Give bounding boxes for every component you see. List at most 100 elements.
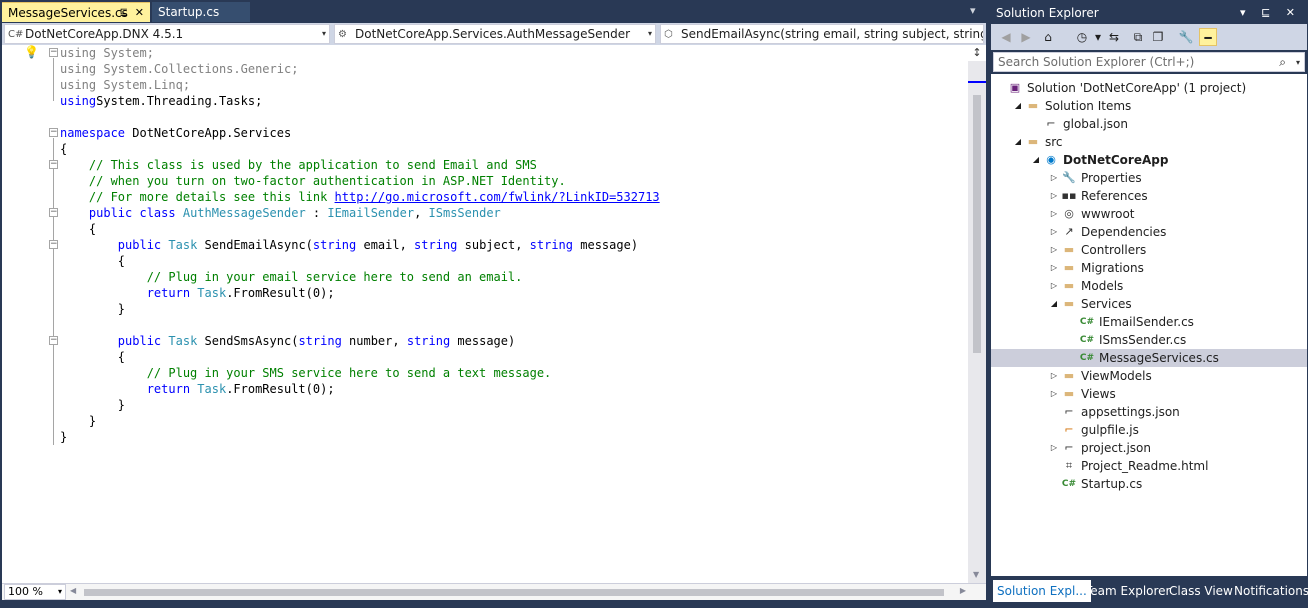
tree-item-label: DotNetCoreApp	[1063, 153, 1169, 167]
tab-startup[interactable]: Startup.cs	[152, 2, 250, 22]
tree-item[interactable]: ▣ Solution 'DotNetCoreApp' (1 project)	[991, 79, 1307, 97]
show-all-files-icon[interactable]: ❐	[1149, 28, 1167, 46]
collapse-icon[interactable]: −	[49, 48, 58, 57]
expanded-arrow-icon[interactable]: ◢	[1049, 295, 1059, 313]
tree-item[interactable]: ▷ ⌐ project.json	[991, 439, 1307, 457]
type-dropdown[interactable]: ⚙ DotNetCoreApp.Services.AuthMessageSend…	[334, 24, 656, 44]
tree-item[interactable]: ▷ ▬ Controllers	[991, 241, 1307, 259]
tree-item[interactable]: ◢ ◉ DotNetCoreApp	[991, 151, 1307, 169]
bottom-tab[interactable]: Solution Expl...	[993, 580, 1091, 602]
collapsed-arrow-icon[interactable]: ▷	[1049, 205, 1059, 223]
collapsed-arrow-icon[interactable]: ▷	[1049, 385, 1059, 403]
collapse-icon[interactable]: −	[49, 208, 58, 217]
tree-item[interactable]: ⌐ global.json	[991, 115, 1307, 133]
scroll-left-icon[interactable]: ◀	[70, 586, 76, 595]
properties-wrench-icon[interactable]: 🔧	[1177, 28, 1195, 46]
bottom-tab[interactable]: Team Explorer	[1081, 580, 1175, 602]
tree-item[interactable]: ◢ ▬ Solution Items	[991, 97, 1307, 115]
code-hyperlink[interactable]: http://go.microsoft.com/fwlink/?LinkID=5…	[335, 190, 660, 204]
member-dropdown-value: SendEmailAsync(string email, string subj…	[681, 27, 983, 41]
tree-item[interactable]: ▷ ↗ Dependencies	[991, 223, 1307, 241]
collapsed-arrow-icon[interactable]: ▷	[1049, 277, 1059, 295]
search-input[interactable]: Search Solution Explorer (Ctrl+;) ⌕ ▾	[993, 52, 1305, 72]
panel-window-buttons[interactable]: ▾ ⊑ ✕	[1240, 2, 1301, 24]
member-dropdown[interactable]: ⬡ SendEmailAsync(string email, string su…	[660, 24, 984, 44]
tree-item[interactable]: ◢ ▬ Services	[991, 295, 1307, 313]
close-tab-icon[interactable]: ✕	[135, 3, 144, 23]
tab-list-dropdown-icon[interactable]: ▾	[970, 4, 976, 17]
code-token: using	[60, 78, 97, 92]
lightbulb-icon[interactable]: 💡	[24, 45, 39, 59]
collapse-icon[interactable]: −	[49, 336, 58, 345]
solution-explorer-toolbar: ◀ ▶ ⌂ ◷ ▾ ⇆ ⧉ ❐ 🔧 ━	[991, 24, 1307, 50]
search-icon[interactable]: ⌕	[1279, 53, 1286, 71]
tree-item[interactable]: ▷ ▬ Models	[991, 277, 1307, 295]
code-token: Task	[168, 238, 198, 252]
code-line: }	[60, 301, 660, 317]
tree-item[interactable]: ⌗ Project_Readme.html	[991, 457, 1307, 475]
code-token: {	[60, 142, 68, 156]
scroll-down-icon[interactable]: ▼	[973, 570, 979, 579]
tree-item[interactable]: ▷ ▬ Migrations	[991, 259, 1307, 277]
preview-icon[interactable]: ━	[1199, 28, 1217, 46]
scrollbar-thumb[interactable]	[84, 589, 944, 596]
tree-item[interactable]: C# MessageServices.cs	[991, 349, 1307, 367]
collapsed-arrow-icon[interactable]: ▷	[1049, 259, 1059, 277]
bottom-tab[interactable]: Class View	[1165, 580, 1237, 602]
split-editor-icon[interactable]: ↕	[968, 45, 986, 61]
scroll-right-icon[interactable]: ▶	[960, 586, 966, 595]
tree-item[interactable]: C# IEmailSender.cs	[991, 313, 1307, 331]
back-icon[interactable]: ◀	[997, 28, 1015, 46]
collapsed-arrow-icon[interactable]: ▷	[1049, 169, 1059, 187]
tree-item[interactable]: ▷ ◎ wwwroot	[991, 205, 1307, 223]
csharp-file-icon: C#	[1079, 353, 1095, 363]
pin-icon[interactable]: ⊑	[120, 3, 128, 23]
code-line: usingSystem.Threading.Tasks;	[60, 93, 660, 109]
collapse-icon[interactable]: −	[49, 240, 58, 249]
collapsed-arrow-icon[interactable]: ▷	[1049, 241, 1059, 259]
expanded-arrow-icon[interactable]: ◢	[1013, 133, 1023, 151]
sync-icon[interactable]: ⇆	[1105, 28, 1123, 46]
horizontal-scrollbar[interactable]: ◀ ▶	[70, 586, 966, 598]
tree-item[interactable]: C# ISmsSender.cs	[991, 331, 1307, 349]
panel-title: Solution Explorer	[996, 6, 1099, 20]
chevron-down-icon[interactable]: ▾	[1296, 54, 1300, 72]
forward-icon[interactable]: ▶	[1017, 28, 1035, 46]
collapsed-arrow-icon[interactable]: ▷	[1049, 187, 1059, 205]
collapsed-arrow-icon[interactable]: ▷	[1049, 223, 1059, 241]
home-icon[interactable]: ⌂	[1039, 28, 1057, 46]
expanded-arrow-icon[interactable]: ◢	[1013, 97, 1023, 115]
scrollbar-thumb[interactable]	[973, 95, 981, 353]
collapse-icon[interactable]: −	[49, 160, 58, 169]
zoom-dropdown[interactable]: 100 % ▾	[4, 584, 66, 600]
bottom-tab[interactable]: Notifications	[1230, 580, 1308, 602]
tree-item[interactable]: C# Startup.cs	[991, 475, 1307, 493]
tree-item[interactable]: ▷ ▬ ViewModels	[991, 367, 1307, 385]
code-text[interactable]: using System; using System.Collections.Ge…	[60, 45, 660, 445]
solution-tree[interactable]: ▣ Solution 'DotNetCoreApp' (1 project) ◢ ▬ S…	[991, 74, 1307, 576]
tab-message-services[interactable]: MessageServices.cs ⊑ ✕	[2, 2, 150, 22]
code-line: // Plug in your SMS service here to send…	[60, 365, 660, 381]
code-area[interactable]: 💡 − − − − − − using System; using System.…	[2, 45, 986, 583]
code-line: using System.Linq;	[60, 77, 660, 93]
code-token: email,	[356, 238, 415, 252]
collapse-all-icon[interactable]: ⧉	[1129, 28, 1147, 46]
vertical-scrollbar[interactable]: ↕ ▼	[968, 45, 986, 583]
collapsed-arrow-icon[interactable]: ▷	[1049, 367, 1059, 385]
collapsed-arrow-icon[interactable]: ▷	[1049, 439, 1059, 457]
tree-item[interactable]: ◢ ▬ src	[991, 133, 1307, 151]
project-dropdown[interactable]: C# DotNetCoreApp.DNX 4.5.1 ▾	[4, 24, 330, 44]
tree-item[interactable]: ▷ ▪▪ References	[991, 187, 1307, 205]
csharp-file-icon: C#	[1079, 335, 1095, 345]
tree-item[interactable]: ▷ ▬ Views	[991, 385, 1307, 403]
tree-item[interactable]: ⌐ appsettings.json	[991, 403, 1307, 421]
tree-item-label: global.json	[1063, 117, 1128, 131]
collapse-icon[interactable]: −	[49, 128, 58, 137]
expanded-arrow-icon[interactable]: ◢	[1031, 151, 1041, 169]
tree-item[interactable]: ⌐ gulpfile.js	[991, 421, 1307, 439]
code-token: string	[406, 334, 451, 348]
code-line: // This class is used by the application…	[60, 157, 660, 173]
tree-item[interactable]: ▷ 🔧 Properties	[991, 169, 1307, 187]
folder-icon: ▬	[1027, 99, 1039, 112]
